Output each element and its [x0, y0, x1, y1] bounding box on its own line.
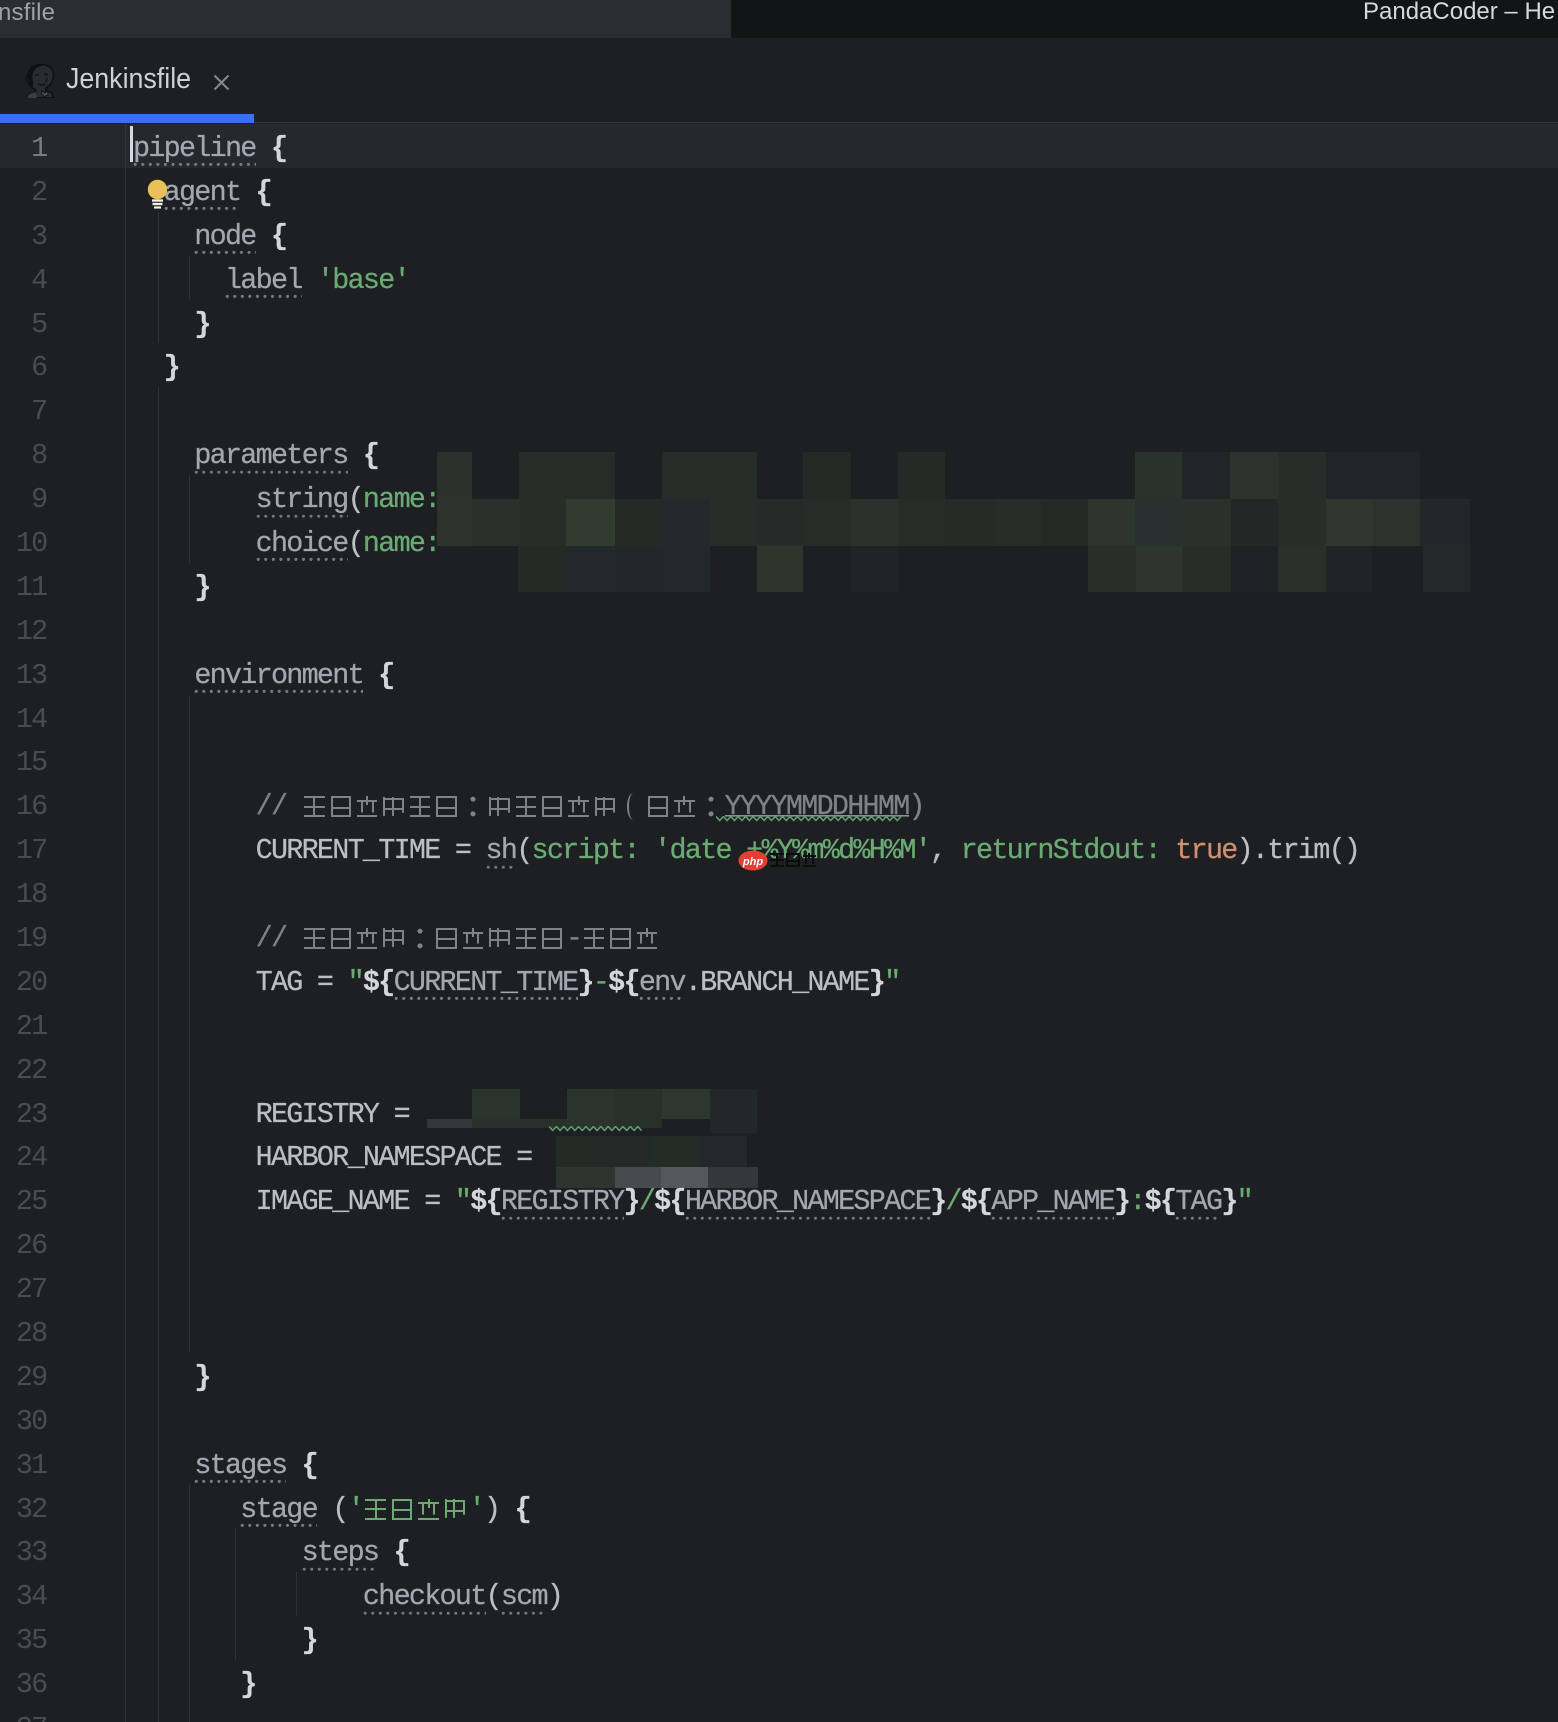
svg-text:php: php: [742, 856, 763, 868]
